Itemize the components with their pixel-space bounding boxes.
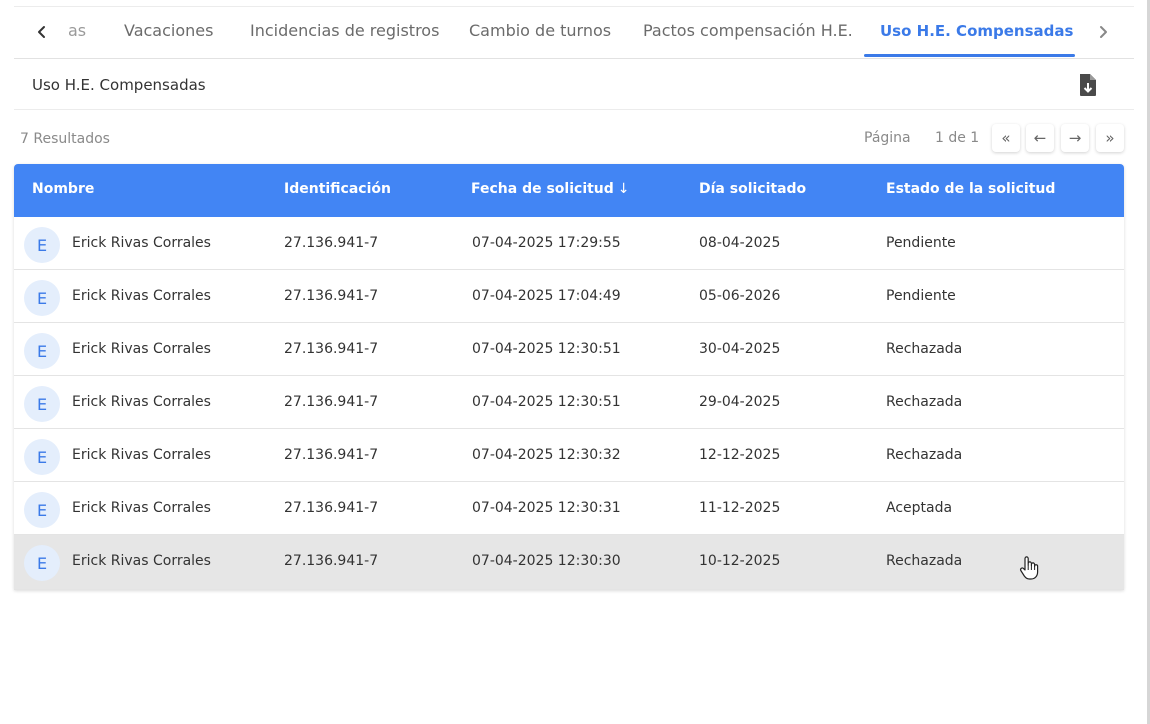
- table-row[interactable]: E Erick Rivas Corrales 27.136.941-7 07-0…: [14, 535, 1124, 590]
- table-row[interactable]: E Erick Rivas Corrales 27.136.941-7 07-0…: [14, 429, 1124, 482]
- cell-fecha: 07-04-2025 12:30:51: [472, 341, 621, 357]
- cell-nombre: Erick Rivas Corrales: [72, 288, 211, 304]
- cell-nombre: Erick Rivas Corrales: [72, 500, 211, 516]
- cell-estado: Rechazada: [886, 447, 963, 463]
- cell-dia: 08-04-2025: [699, 235, 781, 251]
- table-row[interactable]: E Erick Rivas Corrales 27.136.941-7 07-0…: [14, 270, 1124, 323]
- last-page-button[interactable]: »: [1096, 124, 1124, 152]
- pagination-label: Página: [864, 130, 911, 146]
- tab-uso-he-compensadas[interactable]: Uso H.E. Compensadas: [880, 22, 1073, 40]
- cell-fecha: 07-04-2025 12:30:31: [472, 500, 621, 516]
- table-row[interactable]: E Erick Rivas Corrales 27.136.941-7 07-0…: [14, 376, 1124, 429]
- prev-page-button[interactable]: ←: [1026, 124, 1054, 152]
- cell-estado: Rechazada: [886, 394, 963, 410]
- hand-pointer-icon: [1018, 555, 1040, 581]
- tab-bar-top-divider: [14, 6, 1134, 7]
- tab-pactos-compensacion[interactable]: Pactos compensación H.E.: [643, 21, 853, 40]
- avatar: E: [24, 439, 60, 475]
- cell-estado: Rechazada: [886, 553, 963, 569]
- cell-fecha: 07-04-2025 12:30:30: [472, 553, 621, 569]
- column-header-estado[interactable]: Estado de la solicitud: [886, 181, 1055, 197]
- column-header-fecha-label: Fecha de solicitud: [471, 181, 614, 197]
- cell-identificacion: 27.136.941-7: [284, 394, 379, 410]
- cell-identificacion: 27.136.941-7: [284, 553, 379, 569]
- cell-identificacion: 27.136.941-7: [284, 235, 379, 251]
- tabs-scroll-left-button[interactable]: [30, 20, 54, 44]
- avatar: E: [24, 333, 60, 369]
- avatar: E: [24, 280, 60, 316]
- table-header: Nombre Identificación Fecha de solicitud…: [14, 164, 1124, 217]
- arrow-down-icon: ↓: [617, 181, 630, 197]
- cell-fecha: 07-04-2025 17:04:49: [472, 288, 621, 304]
- cell-dia: 11-12-2025: [699, 500, 781, 516]
- avatar: E: [24, 386, 60, 422]
- cell-fecha: 07-04-2025 12:30:51: [472, 394, 621, 410]
- cell-fecha: 07-04-2025 12:30:32: [472, 447, 621, 463]
- cell-identificacion: 27.136.941-7: [284, 341, 379, 357]
- cell-dia: 10-12-2025: [699, 553, 781, 569]
- chevron-left-icon: [38, 26, 45, 38]
- next-page-button[interactable]: →: [1061, 124, 1089, 152]
- table-row[interactable]: E Erick Rivas Corrales 27.136.941-7 07-0…: [14, 323, 1124, 376]
- avatar: E: [24, 545, 60, 581]
- column-header-dia[interactable]: Día solicitado: [699, 181, 806, 197]
- cell-estado: Aceptada: [886, 500, 953, 516]
- column-header-fecha[interactable]: Fecha de solicitud ↓: [471, 181, 630, 197]
- tabs-scroll-right-button[interactable]: [1091, 20, 1115, 44]
- page-title: Uso H.E. Compensadas: [32, 76, 206, 94]
- tab-incidencias-registros[interactable]: Incidencias de registros: [250, 21, 439, 40]
- cell-estado: Pendiente: [886, 288, 956, 304]
- tab-bar: as Vacaciones Incidencias de registros C…: [14, 0, 1134, 59]
- cell-dia: 29-04-2025: [699, 394, 781, 410]
- pagination-value: 1 de 1: [935, 130, 980, 146]
- cell-nombre: Erick Rivas Corrales: [72, 341, 211, 357]
- chevron-right-icon: [1100, 26, 1107, 38]
- section-divider: [14, 109, 1134, 110]
- table-row[interactable]: E Erick Rivas Corrales 27.136.941-7 07-0…: [14, 217, 1124, 270]
- cell-dia: 30-04-2025: [699, 341, 781, 357]
- file-download-icon[interactable]: [1077, 72, 1099, 98]
- cell-fecha: 07-04-2025 17:29:55: [472, 235, 621, 251]
- cell-identificacion: 27.136.941-7: [284, 447, 379, 463]
- active-tab-indicator: [864, 54, 1075, 57]
- cell-identificacion: 27.136.941-7: [284, 288, 379, 304]
- requests-table: Nombre Identificación Fecha de solicitud…: [14, 164, 1124, 590]
- cell-estado: Pendiente: [886, 235, 956, 251]
- cell-dia: 12-12-2025: [699, 447, 781, 463]
- avatar: E: [24, 492, 60, 528]
- table-row[interactable]: E Erick Rivas Corrales 27.136.941-7 07-0…: [14, 482, 1124, 535]
- tab-vacaciones[interactable]: Vacaciones: [124, 21, 213, 40]
- cell-nombre: Erick Rivas Corrales: [72, 447, 211, 463]
- column-header-nombre[interactable]: Nombre: [32, 181, 94, 197]
- column-header-identificacion[interactable]: Identificación: [284, 181, 391, 197]
- cell-nombre: Erick Rivas Corrales: [72, 235, 211, 251]
- cell-nombre: Erick Rivas Corrales: [72, 553, 211, 569]
- first-page-button[interactable]: «: [992, 124, 1020, 152]
- tab-cambio-turnos[interactable]: Cambio de turnos: [469, 21, 611, 40]
- avatar: E: [24, 227, 60, 263]
- cell-estado: Rechazada: [886, 341, 963, 357]
- cell-nombre: Erick Rivas Corrales: [72, 394, 211, 410]
- tab-partial[interactable]: as: [68, 21, 86, 40]
- cell-identificacion: 27.136.941-7: [284, 500, 379, 516]
- results-count: 7 Resultados: [20, 131, 110, 147]
- cell-dia: 05-06-2026: [699, 288, 781, 304]
